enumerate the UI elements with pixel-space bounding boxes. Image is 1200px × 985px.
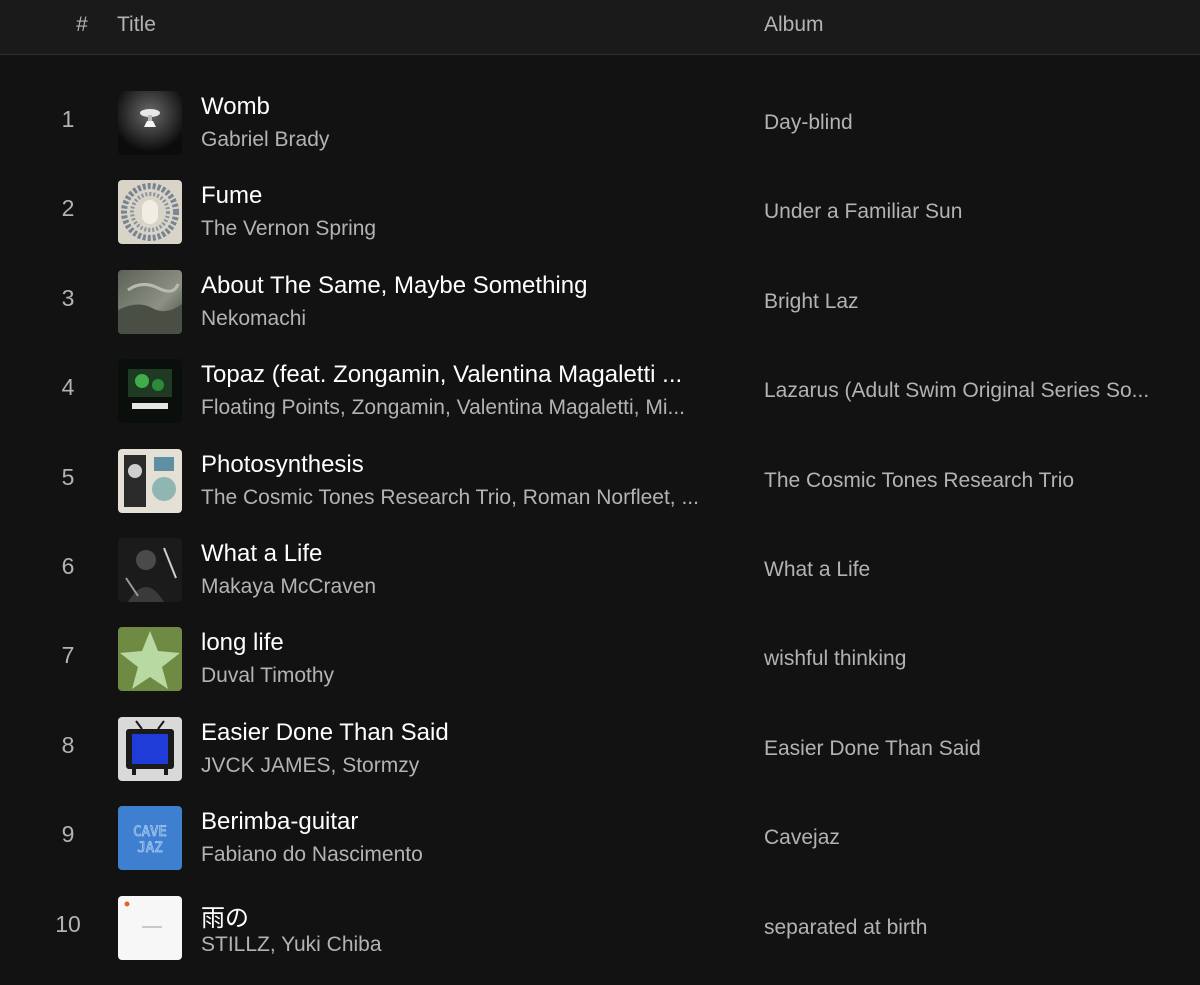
track-number: 7	[61, 642, 75, 669]
track-album[interactable]: Day-blind	[764, 111, 1174, 135]
track-title[interactable]: Easier Done Than Said	[201, 719, 726, 747]
cover-fume[interactable]	[118, 180, 182, 245]
track-artist[interactable]: Duval Timothy	[201, 664, 726, 688]
tracklist: 1 Womb Gabriel Brady Day-blind 2 Fume Th	[0, 78, 1200, 972]
track-title[interactable]: Berimba-guitar	[201, 808, 726, 836]
track-artist[interactable]: JVCK JAMES, Stormzy	[201, 754, 726, 778]
track-title[interactable]: About The Same, Maybe Something	[201, 272, 726, 300]
track-row[interactable]: 1 Womb Gabriel Brady Day-blind	[0, 78, 1200, 167]
svg-text:JAZ: JAZ	[137, 840, 162, 856]
track-album[interactable]: Cavejaz	[764, 826, 1174, 850]
cover-what-a-life[interactable]	[118, 537, 182, 602]
track-album[interactable]: The Cosmic Tones Research Trio	[764, 469, 1174, 493]
track-row[interactable]: 7 long life Duval Timothy wishful thinki…	[0, 614, 1200, 703]
track-title[interactable]: long life	[201, 629, 726, 657]
track-album[interactable]: Easier Done Than Said	[764, 737, 1174, 761]
column-header-number[interactable]: #	[70, 13, 94, 37]
track-album[interactable]: Under a Familiar Sun	[764, 200, 1174, 224]
track-number: 10	[55, 910, 81, 937]
track-title[interactable]: Fume	[201, 182, 726, 210]
cover-photosynthesis[interactable]	[118, 448, 182, 513]
track-number: 5	[61, 463, 75, 490]
track-row[interactable]: 8 Easier Done Than Said JVCK JAMES, Stor…	[0, 704, 1200, 793]
track-title[interactable]: 雨の	[201, 898, 726, 933]
track-album[interactable]: Bright Laz	[764, 290, 1174, 314]
track-row[interactable]: 3 About The Same, Maybe Something Nekoma…	[0, 257, 1200, 346]
track-number: 3	[61, 284, 75, 311]
cover-separated[interactable]	[118, 895, 182, 960]
track-title[interactable]: Womb	[201, 93, 726, 121]
track-title[interactable]: What a Life	[201, 540, 726, 568]
column-header-album[interactable]: Album	[764, 13, 824, 37]
track-row[interactable]: 2 Fume The Vernon Spring Under a Familia…	[0, 167, 1200, 256]
track-row[interactable]: 6 What a Life Makaya McCraven What a Lif…	[0, 525, 1200, 614]
track-number: 6	[61, 552, 75, 579]
column-header-title[interactable]: Title	[117, 13, 156, 37]
track-title[interactable]: Photosynthesis	[201, 451, 726, 479]
track-row[interactable]: 4 Topaz (feat. Zongamin, Valentina Magal…	[0, 346, 1200, 435]
track-artist[interactable]: Floating Points, Zongamin, Valentina Mag…	[201, 396, 726, 420]
track-number: 2	[61, 195, 75, 222]
track-number: 8	[61, 731, 75, 758]
track-artist[interactable]: The Cosmic Tones Research Trio, Roman No…	[201, 486, 726, 510]
track-artist[interactable]: Nekomachi	[201, 307, 726, 331]
cover-cavejaz[interactable]: CAVE JAZ	[118, 806, 182, 871]
track-row[interactable]: 9 CAVE JAZ Berimba-guitar Fabiano do Nas…	[0, 793, 1200, 882]
track-row[interactable]: 5 Photosynthesis The Cosmic Tones Resear…	[0, 436, 1200, 525]
track-artist[interactable]: The Vernon Spring	[201, 217, 726, 241]
track-album[interactable]: Lazarus (Adult Swim Original Series So..…	[764, 379, 1174, 403]
track-row[interactable]: 10 雨の STILLZ, Yuki Chiba separated at bi…	[0, 883, 1200, 972]
cover-easier-done[interactable]	[118, 716, 182, 781]
track-album[interactable]: What a Life	[764, 558, 1174, 582]
track-album[interactable]: wishful thinking	[764, 647, 1174, 671]
svg-text:CAVE: CAVE	[133, 824, 167, 840]
track-album[interactable]: separated at birth	[764, 916, 1174, 940]
track-number: 1	[61, 106, 75, 132]
track-artist[interactable]: Makaya McCraven	[201, 575, 726, 599]
cover-long-life[interactable]	[118, 627, 182, 692]
track-artist[interactable]: Fabiano do Nascimento	[201, 843, 726, 867]
track-artist[interactable]: Gabriel Brady	[201, 128, 726, 152]
cover-womb[interactable]	[118, 91, 182, 155]
cover-lazarus[interactable]	[118, 359, 182, 424]
tracklist-header: # Title Album	[0, 0, 1200, 55]
track-artist[interactable]: STILLZ, Yuki Chiba	[201, 933, 726, 957]
track-number: 9	[61, 821, 75, 848]
track-number: 4	[61, 374, 75, 401]
cover-about-the-same[interactable]	[118, 269, 182, 334]
track-title[interactable]: Topaz (feat. Zongamin, Valentina Magalet…	[201, 361, 726, 389]
